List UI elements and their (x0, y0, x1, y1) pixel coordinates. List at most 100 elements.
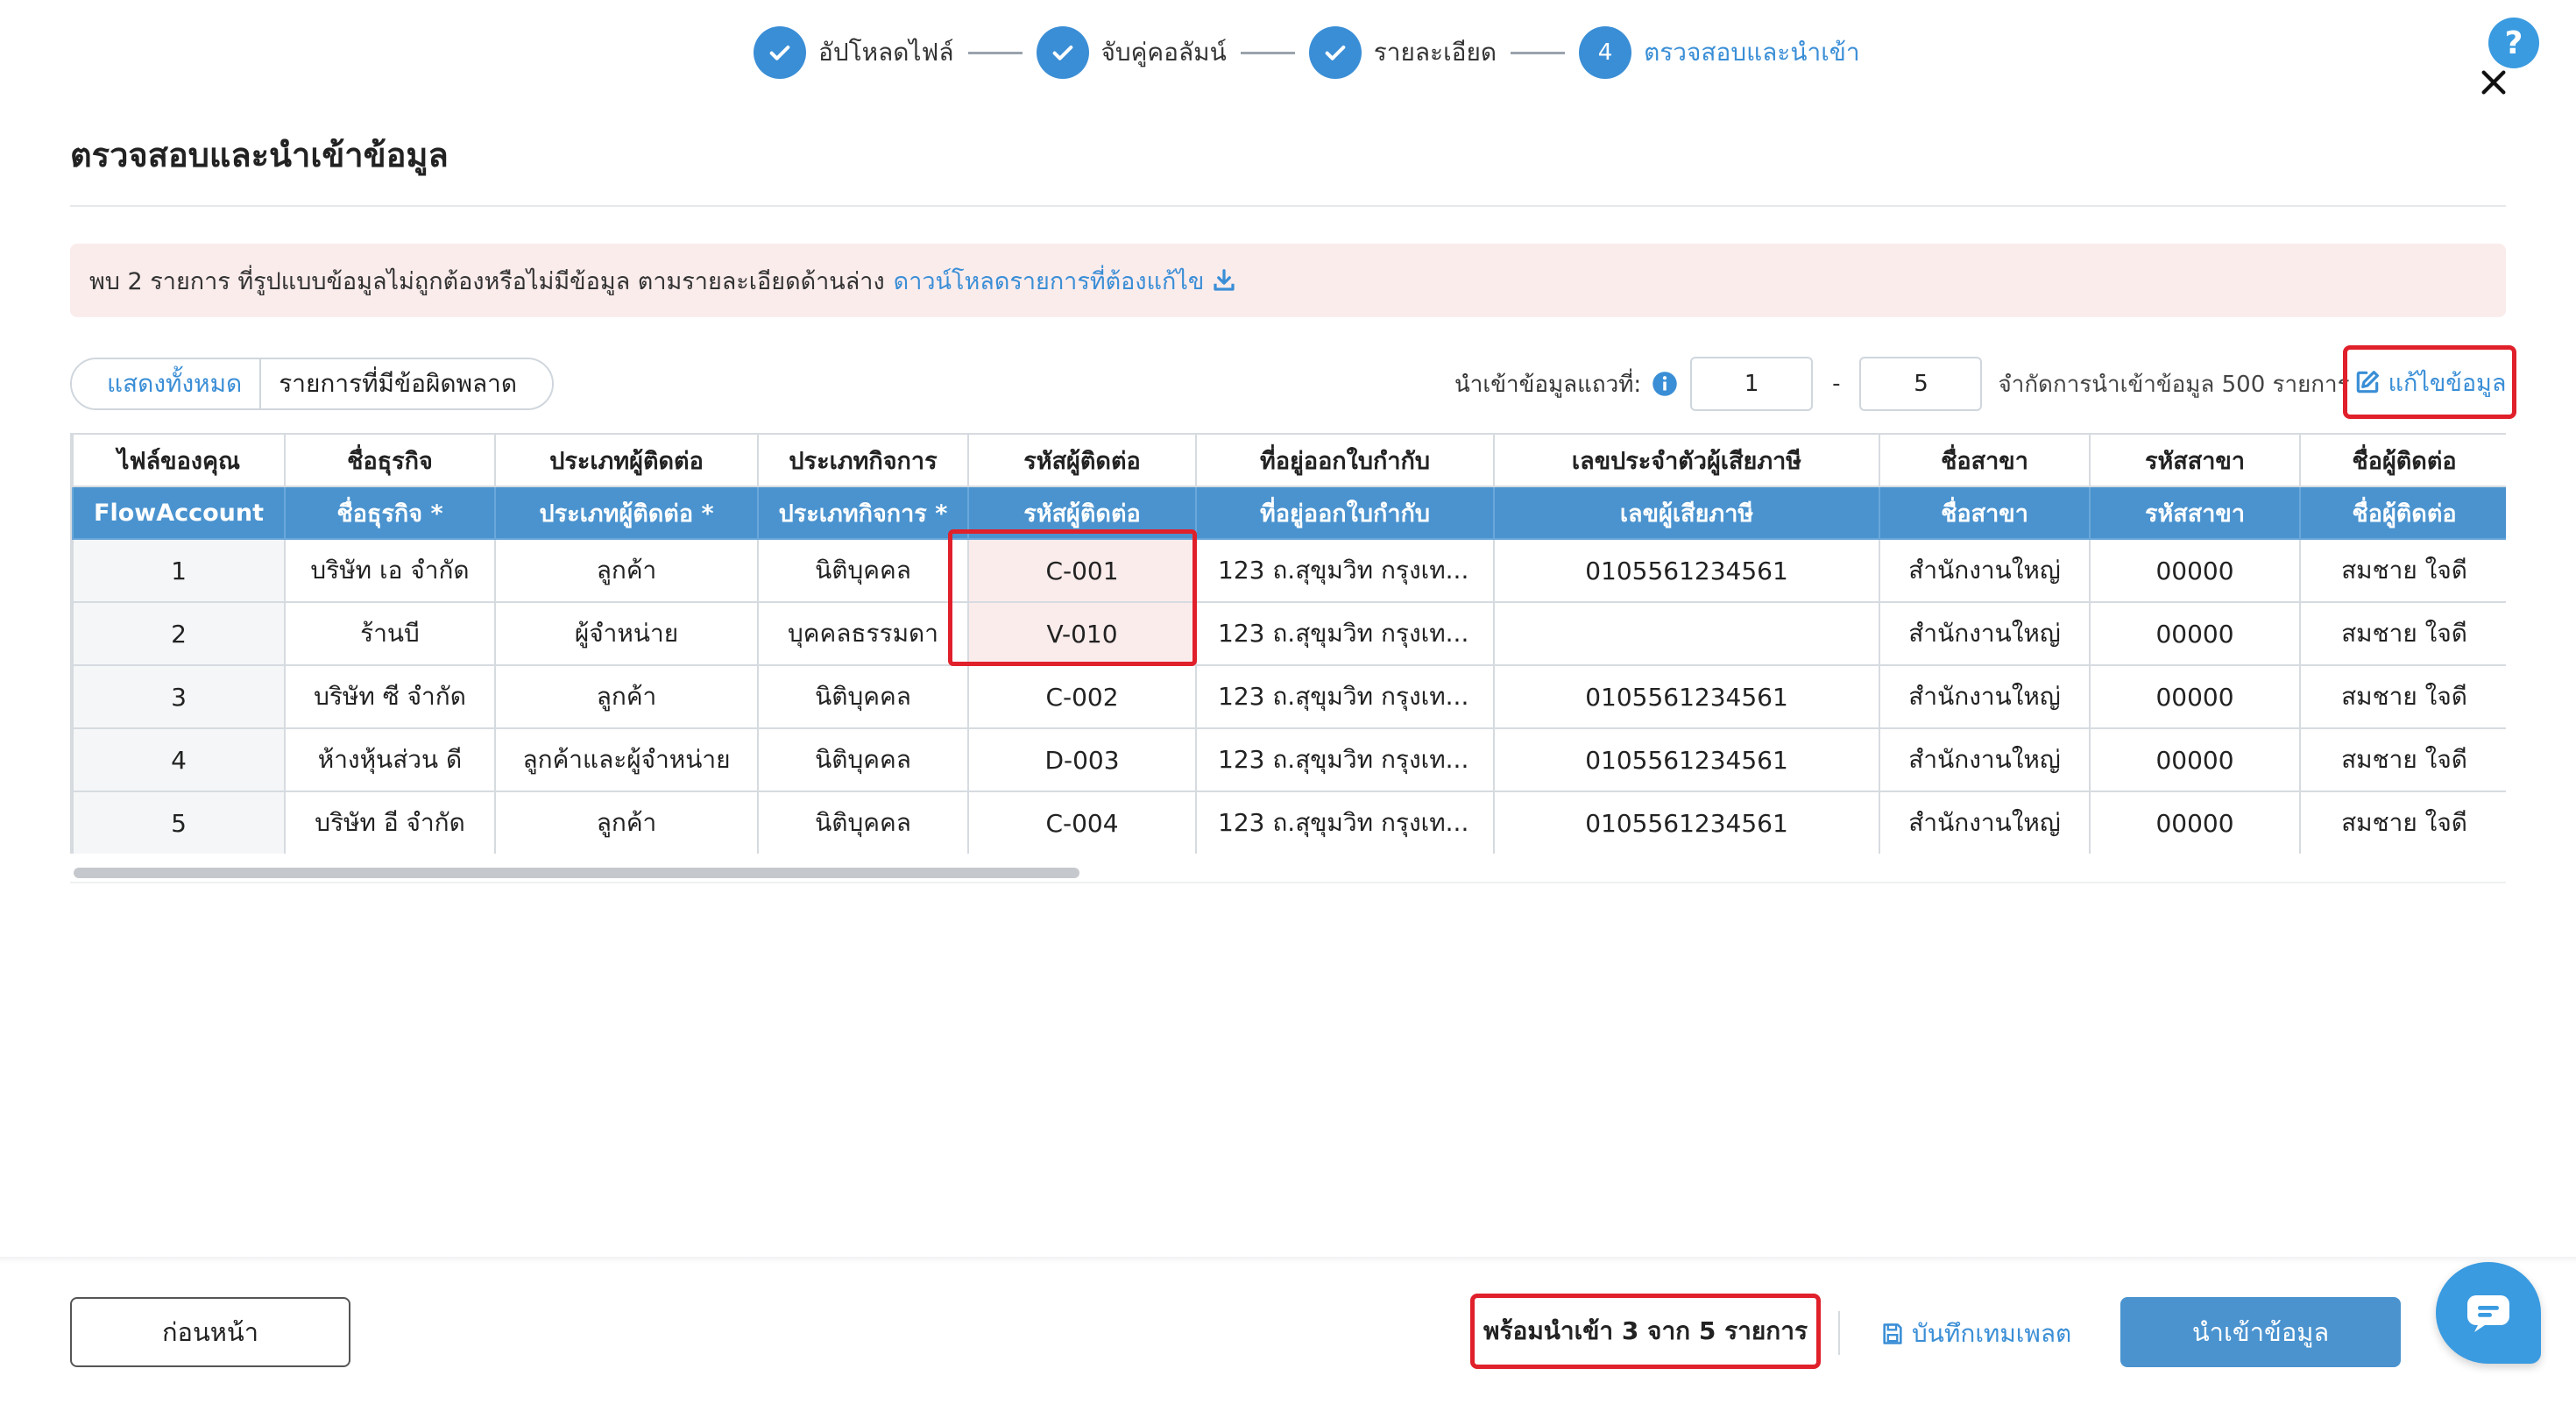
download-errors-link[interactable]: ดาวน์โหลดรายการที่ต้องแก้ไข (894, 262, 1205, 300)
preview-table-container[interactable]: ไฟล์ของคุณ ชื่อธุรกิจ ประเภทผู้ติดต่อ ปร… (70, 433, 2506, 854)
save-template-link[interactable]: บันทึกเทมเพลต (1880, 1306, 2071, 1362)
mapped-column-header: ที่อยู่ออกใบกำกับ (1195, 486, 1495, 540)
table-cell: ลูกค้าและผู้จำหน่าย (494, 727, 759, 792)
alert-message: พบ 2 รายการ ที่รูปแบบข้อมูลไม่ถูกต้องหรื… (89, 267, 885, 295)
table-cell: สำนักงานใหญ่ (1879, 538, 2091, 603)
row-filter-toggle: แสดงทั้งหมด รายการที่มีข้อผิดพลาด (70, 358, 555, 410)
help-icon[interactable]: ? (2488, 18, 2539, 68)
mapped-column-header: เลขผู้เสียภาษี (1493, 486, 1880, 540)
error-alert: พบ 2 รายการ ที่รูปแบบข้อมูลไม่ถูกต้องหรื… (70, 244, 2506, 317)
table-cell: สมชาย ใจดี (2299, 791, 2506, 854)
row-from-input[interactable] (1690, 357, 1814, 411)
row-number: 3 (72, 664, 286, 729)
table-cell: 0105561234561 (1493, 727, 1880, 792)
table-cell: ร้านบี (284, 601, 496, 666)
close-icon[interactable] (2474, 63, 2513, 102)
row-number: 5 (72, 791, 286, 854)
horizontal-scrollbar-thumb[interactable] (74, 868, 1079, 878)
step-number: 4 (1579, 26, 1632, 79)
table-cell: ผู้จำหน่าย (494, 601, 759, 666)
divider (70, 882, 2506, 883)
table-cell: สมชาย ใจดี (2299, 538, 2506, 603)
step-connector (967, 51, 1023, 54)
flowaccount-header-row: FlowAccount ชื่อธุรกิจ * ประเภทผู้ติดต่อ… (72, 486, 2506, 540)
import-row-range: นำเข้าข้อมูลแถวที่: - จำกัดการนำเข้าข้อม… (1454, 356, 2350, 412)
table-cell: 00000 (2089, 664, 2301, 729)
preview-table: ไฟล์ของคุณ ชื่อธุรกิจ ประเภทผู้ติดต่อ ปร… (72, 433, 2506, 854)
table-cell: 0105561234561 (1493, 791, 1880, 854)
table-cell: 0105561234561 (1493, 664, 1880, 729)
table-cell: 123 ถ.สุขุมวิท กรุงเท... (1195, 601, 1495, 666)
check-icon (754, 26, 806, 79)
table-cell: 123 ถ.สุขุมวิท กรุงเท... (1195, 664, 1495, 729)
table-cell: สำนักงานใหญ่ (1879, 791, 2091, 854)
table-cell: นิติบุคคล (757, 664, 969, 729)
step-review-import: 4 ตรวจสอบและนำเข้า (1579, 26, 1860, 79)
step-connector (1511, 51, 1566, 54)
step-label: ตรวจสอบและนำเข้า (1644, 38, 1860, 67)
table-cell: 00000 (2089, 791, 2301, 854)
table-cell: สมชาย ใจดี (2299, 727, 2506, 792)
step-upload[interactable]: อัปโหลดไฟล์ (754, 26, 954, 79)
table-cell: ลูกค้า (494, 791, 759, 854)
mapped-column-header: ชื่อผู้ติดต่อ (2299, 486, 2506, 540)
info-icon[interactable] (1652, 371, 1678, 397)
column-header: ชื่อธุรกิจ (284, 433, 496, 487)
table-cell: บริษัท ซี จำกัด (284, 664, 496, 729)
table-cell: บริษัท เอ จำกัด (284, 538, 496, 603)
chat-icon[interactable] (2436, 1262, 2541, 1364)
column-header: เลขประจำตัวผู้เสียภาษี (1493, 433, 1880, 487)
mapped-column-header: ชื่อธุรกิจ * (284, 486, 496, 540)
error-cells-highlight (948, 529, 1197, 666)
row-number: 4 (72, 727, 286, 792)
table-cell: 123 ถ.สุขุมวิท กรุงเท... (1195, 538, 1495, 603)
row-number: 2 (72, 601, 286, 666)
table-row: 4 ห้างหุ้นส่วน ดี ลูกค้าและผู้จำหน่าย นิ… (72, 727, 2506, 792)
step-label: รายละเอียด (1373, 38, 1497, 67)
table-row: 2 ร้านบี ผู้จำหน่าย บุคคลธรรมดา V-010 12… (72, 601, 2506, 666)
table-cell: 0105561234561 (1493, 538, 1880, 603)
divider (70, 205, 2506, 207)
footer-separator (1838, 1311, 1840, 1355)
step-label: จับคู่คอลัมน์ (1100, 38, 1227, 67)
table-cell: 00000 (2089, 538, 2301, 603)
table-row: 5 บริษัท อี จำกัด ลูกค้า นิติบุคคล C-004… (72, 791, 2506, 854)
column-header: รหัสสาขา (2089, 433, 2301, 487)
table-cell: ลูกค้า (494, 664, 759, 729)
step-map-columns[interactable]: จับคู่คอลัมน์ (1036, 26, 1227, 79)
step-connector (1240, 51, 1295, 54)
mapped-column-header: ประเภทกิจการ * (757, 486, 969, 540)
step-details[interactable]: รายละเอียด (1308, 26, 1497, 79)
row-range-label: นำเข้าข้อมูลแถวที่: (1454, 371, 1642, 398)
column-header: ประเภทผู้ติดต่อ (494, 433, 759, 487)
table-cell: 123 ถ.สุขุมวิท กรุงเท... (1195, 727, 1495, 792)
save-template-label: บันทึกเทมเพลต (1912, 1319, 2072, 1348)
import-data-button[interactable]: นำเข้าข้อมูล (2120, 1297, 2401, 1367)
filter-errors-button[interactable]: รายการที่มีข้อผิดพลาด (261, 359, 553, 408)
edit-data-button[interactable]: แก้ไขข้อมูล (2343, 345, 2516, 419)
mapped-column-header: ประเภทผู้ติดต่อ * (494, 486, 759, 540)
table-cell: สำนักงานใหญ่ (1879, 664, 2091, 729)
row-number: 1 (72, 538, 286, 603)
mapped-column-header: FlowAccount (72, 486, 286, 540)
download-icon[interactable] (1211, 267, 1237, 294)
mapped-column-header: ชื่อสาขา (1879, 486, 2091, 540)
table-cell: ห้างหุ้นส่วน ดี (284, 727, 496, 792)
table-cell: นิติบุคคล (757, 538, 969, 603)
column-header: ไฟล์ของคุณ (72, 433, 286, 487)
table-row: 1 บริษัท เอ จำกัด ลูกค้า นิติบุคคล C-001… (72, 538, 2506, 603)
previous-button[interactable]: ก่อนหน้า (70, 1297, 350, 1367)
row-to-input[interactable] (1859, 357, 1983, 411)
step-label: อัปโหลดไฟล์ (818, 38, 954, 67)
import-review-page: อัปโหลดไฟล์ จับคู่คอลัมน์ รายละเอียด 4 ต… (0, 0, 2576, 1404)
table-cell: D-003 (967, 727, 1197, 792)
import-limit-text: จำกัดการนำเข้าข้อมูล 500 รายการ (1998, 371, 2350, 398)
table-cell: ลูกค้า (494, 538, 759, 603)
page-title: ตรวจสอบและนำเข้าข้อมูล (70, 136, 449, 174)
table-cell: 123 ถ.สุขุมวิท กรุงเท... (1195, 791, 1495, 854)
filter-all-button[interactable]: แสดงทั้งหมด (72, 359, 262, 408)
save-icon (1883, 1323, 1902, 1344)
table-cell: สำนักงานใหญ่ (1879, 727, 2091, 792)
edit-icon (2356, 371, 2379, 394)
table-cell: 00000 (2089, 727, 2301, 792)
